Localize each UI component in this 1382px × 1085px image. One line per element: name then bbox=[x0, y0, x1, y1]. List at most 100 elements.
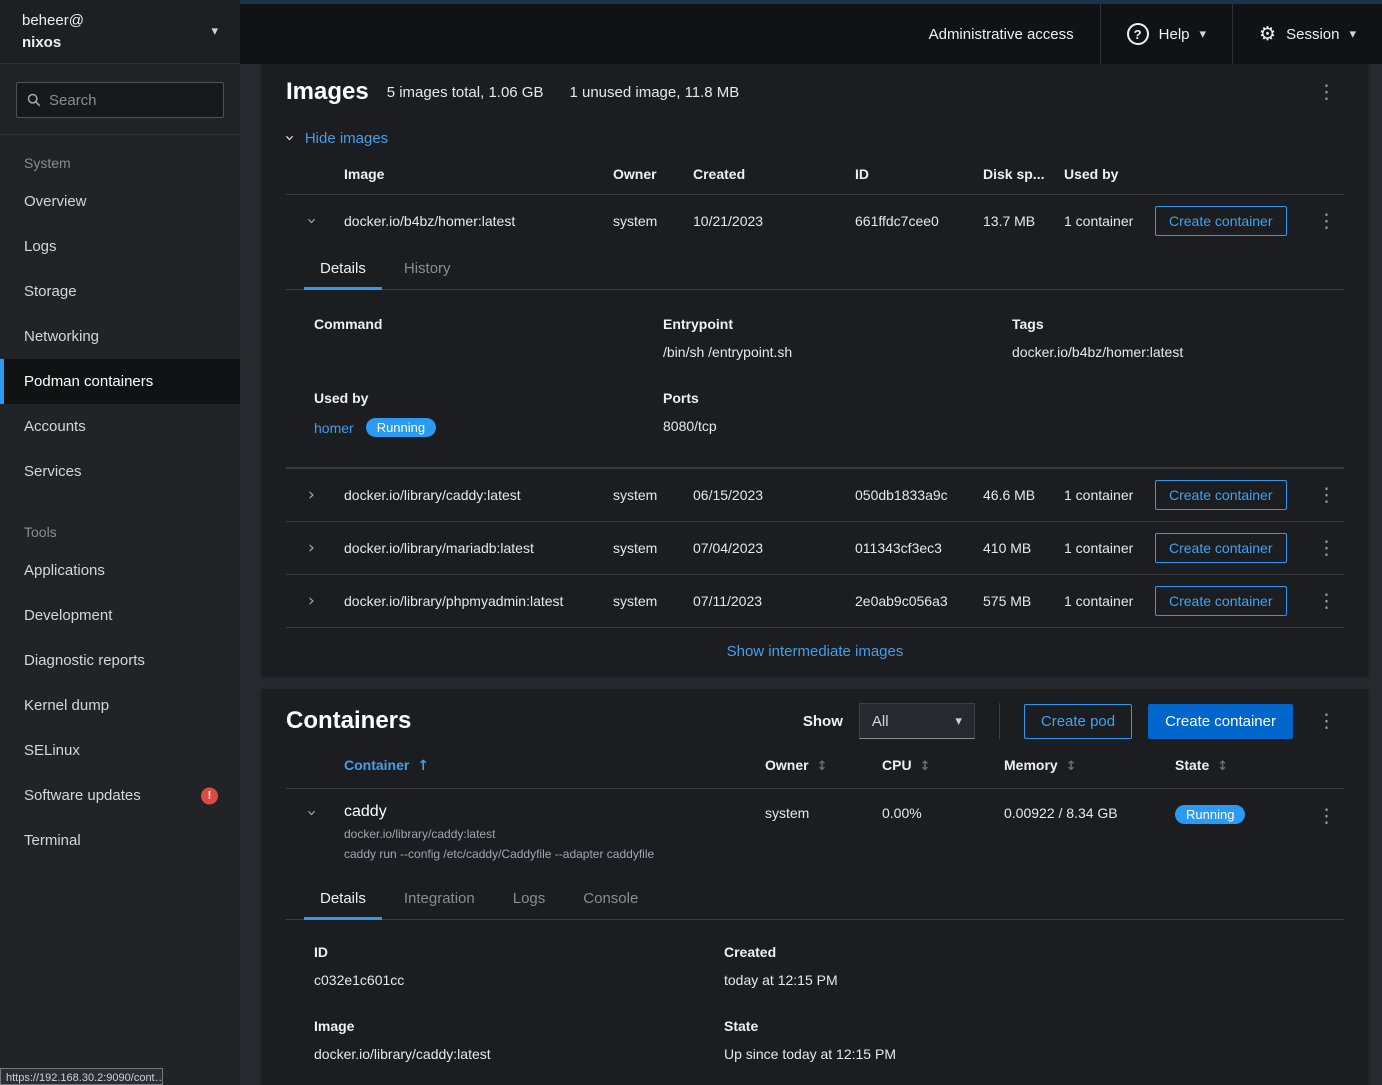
host-switcher[interactable]: beheer@ nixos ▾ bbox=[0, 0, 240, 64]
tab-details[interactable]: Details bbox=[304, 879, 382, 919]
create-container-button[interactable]: Create container bbox=[1155, 480, 1287, 510]
image-detail-tabs: Details History bbox=[286, 249, 1344, 290]
sort-by-cpu[interactable]: CPU ↕ bbox=[882, 757, 1004, 774]
containers-card: Containers Show All ▾ Create pod Create … bbox=[262, 689, 1368, 1085]
collapse-row-icon[interactable]: › bbox=[286, 211, 344, 231]
sidebar-item-logs[interactable]: Logs bbox=[0, 224, 240, 269]
chevron-down-icon: ▾ bbox=[955, 714, 962, 729]
sidebar-item-selinux[interactable]: SELinux bbox=[0, 728, 240, 773]
col-cpu: CPU bbox=[882, 757, 912, 773]
session-menu[interactable]: ⚙ Session ▾ bbox=[1232, 4, 1382, 64]
image-used-by: 1 container bbox=[1064, 540, 1155, 556]
tab-console[interactable]: Console bbox=[567, 879, 654, 919]
table-row-homer: › docker.io/b4bz/homer:latest system 10/… bbox=[286, 194, 1344, 247]
nav-section-system: System bbox=[0, 135, 240, 179]
tab-details[interactable]: Details bbox=[304, 249, 382, 289]
hide-images-toggle[interactable]: › Hide images bbox=[286, 128, 388, 148]
image-used-by: 1 container bbox=[1064, 213, 1155, 229]
image-id: 050db1833a9c bbox=[855, 487, 983, 503]
sort-by-container[interactable]: Container ↑ bbox=[344, 757, 765, 774]
sort-icon: ↕ bbox=[920, 759, 931, 774]
table-row-mariadb-image: › docker.io/library/mariadb:latest syste… bbox=[286, 521, 1344, 574]
image-created: 06/15/2023 bbox=[693, 487, 855, 503]
image-created: 07/04/2023 bbox=[693, 540, 855, 556]
tab-logs[interactable]: Logs bbox=[497, 879, 562, 919]
expand-row-icon[interactable]: › bbox=[286, 591, 344, 611]
sidebar-item-accounts[interactable]: Accounts bbox=[0, 404, 240, 449]
sidebar-item-overview[interactable]: Overview bbox=[0, 179, 240, 224]
sort-by-state[interactable]: State↕ bbox=[1175, 757, 1307, 774]
link-status-tooltip: https://192.168.30.2:9090/cont… bbox=[0, 1068, 163, 1085]
sidebar-item-software-updates[interactable]: Software updates ! bbox=[0, 773, 240, 818]
admin-access-button[interactable]: Administrative access bbox=[903, 4, 1100, 64]
images-kebab-menu[interactable]: ⋮ bbox=[1309, 79, 1344, 106]
col-id: ID bbox=[855, 166, 983, 182]
col-container: Container bbox=[344, 757, 409, 773]
command-label: Command bbox=[314, 316, 663, 332]
create-container-button[interactable]: Create container bbox=[1155, 206, 1287, 236]
tab-history[interactable]: History bbox=[388, 249, 467, 289]
image-name: docker.io/library/mariadb:latest bbox=[344, 540, 613, 556]
images-table-header: Image Owner Created ID Disk sp... Used b… bbox=[286, 152, 1344, 194]
sidebar-item-kernel-dump[interactable]: Kernel dump bbox=[0, 683, 240, 728]
search-icon bbox=[27, 93, 41, 107]
containers-title: Containers bbox=[286, 707, 411, 735]
tab-integration[interactable]: Integration bbox=[388, 879, 491, 919]
create-container-button[interactable]: Create container bbox=[1155, 586, 1287, 616]
sidebar-item-diagnostic-reports[interactable]: Diagnostic reports bbox=[0, 638, 240, 683]
collapse-row-icon[interactable]: › bbox=[286, 803, 344, 823]
show-intermediate-images-link[interactable]: Show intermediate images bbox=[727, 643, 904, 660]
ports-value: 8080/tcp bbox=[663, 418, 1012, 434]
create-container-button[interactable]: Create container bbox=[1155, 533, 1287, 563]
sidebar-item-networking[interactable]: Networking bbox=[0, 314, 240, 359]
id-label: ID bbox=[314, 944, 724, 960]
container-name: caddy bbox=[344, 803, 765, 821]
containers-kebab-menu[interactable]: ⋮ bbox=[1309, 708, 1344, 735]
id-value: c032e1c601cc bbox=[314, 972, 724, 988]
col-owner: Owner bbox=[613, 166, 693, 182]
chevron-down-icon: › bbox=[279, 135, 299, 142]
image-value: docker.io/library/caddy:latest bbox=[314, 1046, 724, 1062]
divider bbox=[999, 703, 1000, 739]
image-used-by: 1 container bbox=[1064, 487, 1155, 503]
row-kebab-menu[interactable]: ⋮ bbox=[1309, 208, 1344, 235]
created-value: today at 12:15 PM bbox=[724, 972, 1344, 988]
sidebar-item-applications[interactable]: Applications bbox=[0, 548, 240, 593]
container-image: docker.io/library/caddy:latest bbox=[344, 827, 765, 841]
image-created: 07/11/2023 bbox=[693, 593, 855, 609]
images-card: Images 5 images total, 1.06 GB 1 unused … bbox=[262, 64, 1368, 676]
used-by-container-link[interactable]: homer bbox=[314, 420, 354, 436]
row-kebab-menu[interactable]: ⋮ bbox=[1309, 588, 1344, 615]
create-container-button[interactable]: Create container bbox=[1148, 704, 1293, 739]
sidebar-item-development[interactable]: Development bbox=[0, 593, 240, 638]
sort-asc-icon: ↑ bbox=[417, 758, 429, 774]
sidebar-item-services[interactable]: Services bbox=[0, 449, 240, 494]
show-filter-select[interactable]: All ▾ bbox=[859, 703, 975, 739]
used-by-label: Used by bbox=[314, 390, 663, 406]
username: beheer@ bbox=[22, 12, 84, 29]
tags-value: docker.io/b4bz/homer:latest bbox=[1012, 344, 1344, 360]
help-menu[interactable]: ? Help ▾ bbox=[1100, 4, 1232, 64]
row-kebab-menu[interactable]: ⋮ bbox=[1309, 482, 1344, 509]
admin-access-label: Administrative access bbox=[929, 26, 1074, 43]
create-pod-button[interactable]: Create pod bbox=[1024, 704, 1132, 739]
sidebar-item-terminal[interactable]: Terminal bbox=[0, 818, 240, 863]
image-id: 011343cf3ec3 bbox=[855, 540, 983, 556]
sidebar-search bbox=[0, 64, 240, 135]
images-summary-total: 5 images total, 1.06 GB bbox=[387, 84, 544, 101]
help-label: Help bbox=[1159, 26, 1190, 43]
nav-section-tools: Tools bbox=[0, 494, 240, 548]
sidebar-item-podman-containers[interactable]: Podman containers bbox=[0, 359, 240, 404]
row-kebab-menu[interactable]: ⋮ bbox=[1309, 535, 1344, 562]
sort-by-memory[interactable]: Memory↕ bbox=[1004, 757, 1175, 774]
sort-by-owner[interactable]: Owner↕ bbox=[765, 757, 882, 774]
created-label: Created bbox=[724, 944, 1344, 960]
row-kebab-menu[interactable]: ⋮ bbox=[1309, 803, 1344, 830]
search-input[interactable] bbox=[49, 92, 213, 109]
expand-row-icon[interactable]: › bbox=[286, 538, 344, 558]
images-title: Images bbox=[286, 78, 369, 106]
chevron-down-icon: ▾ bbox=[1200, 27, 1207, 42]
image-owner: system bbox=[613, 213, 693, 229]
sidebar-item-storage[interactable]: Storage bbox=[0, 269, 240, 314]
expand-row-icon[interactable]: › bbox=[286, 485, 344, 505]
